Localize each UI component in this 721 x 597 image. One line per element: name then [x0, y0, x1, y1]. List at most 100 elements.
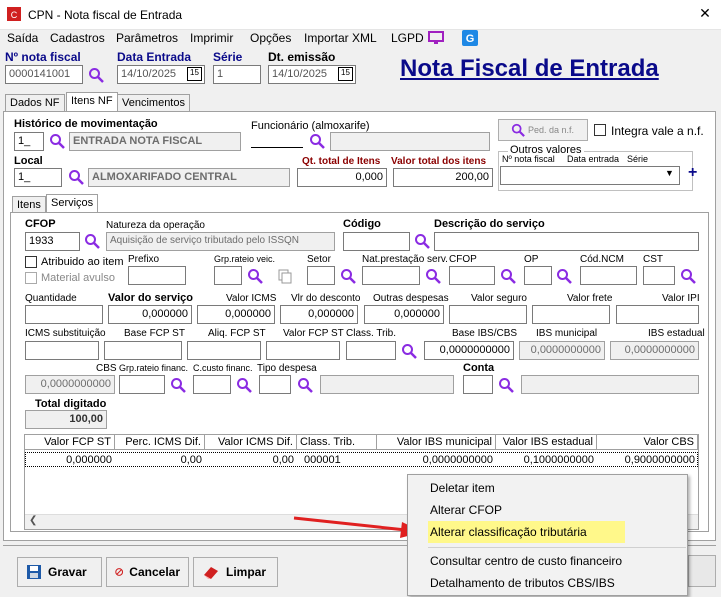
menu-imprimir[interactable]: Imprimir — [190, 31, 233, 45]
calendar-icon[interactable]: 15 — [338, 67, 353, 81]
integra-checkbox[interactable] — [594, 124, 606, 136]
valor-icms-input[interactable]: 0,000000 — [197, 305, 275, 324]
search-icon[interactable] — [68, 169, 84, 185]
google-icon[interactable]: G — [462, 30, 478, 46]
monitor-icon[interactable] — [428, 31, 444, 45]
tipo-desp-input[interactable] — [259, 375, 291, 394]
ncm-label: Cód.NCM — [580, 254, 624, 265]
tab-dados-nf[interactable]: Dados NF — [5, 94, 65, 112]
search-icon[interactable] — [340, 268, 356, 284]
search-icon[interactable] — [309, 133, 325, 149]
search-icon[interactable] — [236, 377, 252, 393]
valor-fcp-input[interactable] — [266, 341, 340, 360]
local-label: Local — [14, 155, 43, 167]
codigo-input[interactable] — [343, 232, 410, 251]
grid-header[interactable]: Valor FCP ST — [25, 435, 115, 450]
nf-number-input[interactable]: 0000141001 — [5, 65, 83, 84]
funcionario-code-input[interactable] — [251, 134, 303, 148]
grid-header[interactable]: Valor CBS — [597, 435, 698, 450]
setor-input[interactable] — [307, 266, 335, 285]
menu-importar-xml[interactable]: Importar XML — [304, 31, 377, 45]
close-icon[interactable]: ✕ — [695, 5, 715, 22]
clear-button[interactable]: Limpar — [193, 557, 278, 587]
search-icon[interactable] — [500, 268, 516, 284]
class-trib-input[interactable] — [346, 341, 396, 360]
quantidade-input[interactable] — [25, 305, 103, 324]
grid-header[interactable]: Valor ICMS Dif. — [205, 435, 297, 450]
search-icon[interactable] — [247, 268, 263, 284]
ped-nf-button[interactable]: Ped. da n.f. — [498, 119, 588, 141]
grid-header[interactable]: Valor IBS municipal — [377, 435, 496, 450]
search-icon[interactable] — [84, 233, 100, 249]
class-trib-label: Class. Trib. — [346, 328, 397, 339]
hidden-button[interactable] — [688, 555, 716, 587]
base-fcp-input[interactable] — [104, 341, 182, 360]
calendar-icon[interactable]: 15 — [187, 67, 202, 81]
op-input[interactable] — [524, 266, 552, 285]
search-icon[interactable] — [49, 133, 65, 149]
atribuido-checkbox[interactable] — [25, 256, 37, 268]
grp-fin-input[interactable] — [119, 375, 165, 394]
search-icon[interactable] — [556, 268, 572, 284]
ncm-input[interactable] — [580, 266, 637, 285]
grid-header[interactable]: Class. Trib. — [297, 435, 377, 450]
valor-frete-input[interactable] — [532, 305, 610, 324]
vlr-desconto-input[interactable]: 0,000000 — [280, 305, 358, 324]
chevron-left-icon[interactable]: ❮ — [29, 515, 37, 526]
nf-label: Nº nota fiscal — [5, 50, 81, 64]
search-icon[interactable] — [297, 377, 313, 393]
prefixo-input[interactable] — [128, 266, 186, 285]
menu-parametros[interactable]: Parâmetros — [116, 31, 178, 45]
cst-input[interactable] — [643, 266, 675, 285]
icms-subst-input[interactable] — [25, 341, 99, 360]
svg-text:G: G — [466, 33, 475, 45]
serie-input[interactable]: 1 — [213, 65, 261, 84]
material-checkbox[interactable] — [25, 272, 37, 284]
local-code-input[interactable]: 1_ — [14, 168, 62, 187]
funcionario-label: Funcionário (almoxarife) — [251, 120, 370, 132]
search-icon[interactable] — [88, 67, 104, 83]
menu-cadastros[interactable]: Cadastros — [50, 31, 105, 45]
search-icon[interactable] — [401, 343, 417, 359]
menu-item-detalhamento[interactable]: Detalhamento de tributos CBS/IBS — [430, 576, 615, 590]
outros-valores-select[interactable] — [500, 166, 680, 185]
menu-opcoes[interactable]: Opções — [250, 31, 291, 45]
ccusto-input[interactable] — [193, 375, 231, 394]
menu-saida[interactable]: Saída — [7, 31, 38, 45]
aliq-fcp-input[interactable] — [187, 341, 261, 360]
menu-lgpd[interactable]: LGPD — [391, 31, 424, 45]
search-icon[interactable] — [170, 377, 186, 393]
descricao-input[interactable] — [434, 232, 699, 251]
funcionario-desc — [330, 132, 490, 151]
cfop2-input[interactable] — [449, 266, 495, 285]
base-ibs-input[interactable]: 0,0000000000 — [424, 341, 514, 360]
total-digitado-value: 100,00 — [25, 410, 107, 429]
search-icon[interactable] — [425, 268, 441, 284]
menu-item-deletar[interactable]: Deletar item — [430, 481, 495, 495]
copy-icon[interactable] — [277, 268, 293, 284]
grp-rateio-input[interactable] — [214, 266, 242, 285]
conta-input[interactable] — [463, 375, 493, 394]
nat-prest-input[interactable] — [362, 266, 420, 285]
chevron-down-icon[interactable]: ▼ — [665, 168, 674, 178]
cancel-button[interactable]: Cancelar — [106, 557, 189, 587]
grid-header[interactable]: Perc. ICMS Dif. — [115, 435, 205, 450]
tab-vencimentos[interactable]: Vencimentos — [117, 94, 190, 112]
subtab-servicos[interactable]: Serviços — [46, 194, 99, 214]
search-icon[interactable] — [414, 233, 430, 249]
search-icon[interactable] — [680, 268, 696, 284]
search-icon[interactable] — [498, 377, 514, 393]
add-icon[interactable]: + — [688, 164, 697, 182]
historico-code-input[interactable]: 1_ — [14, 132, 44, 151]
valor-ipi-input[interactable] — [616, 305, 699, 324]
grid-header[interactable]: Valor IBS estadual — [496, 435, 597, 450]
cfop-input[interactable]: 1933 — [25, 232, 80, 251]
tab-itens-nf[interactable]: Itens NF — [66, 92, 118, 112]
valor-seguro-input[interactable] — [449, 305, 527, 324]
valor-servico-input[interactable]: 0,000000 — [108, 305, 192, 324]
menu-item-alterar-cfop[interactable]: Alterar CFOP — [430, 503, 502, 517]
save-button[interactable]: Gravar — [17, 557, 102, 587]
outras-despesas-input[interactable]: 0,000000 — [364, 305, 444, 324]
menu-item-alterar-classificacao[interactable]: Alterar classificação tributária — [430, 525, 587, 539]
menu-item-consultar-ccusto[interactable]: Consultar centro de custo financeiro — [430, 554, 622, 568]
